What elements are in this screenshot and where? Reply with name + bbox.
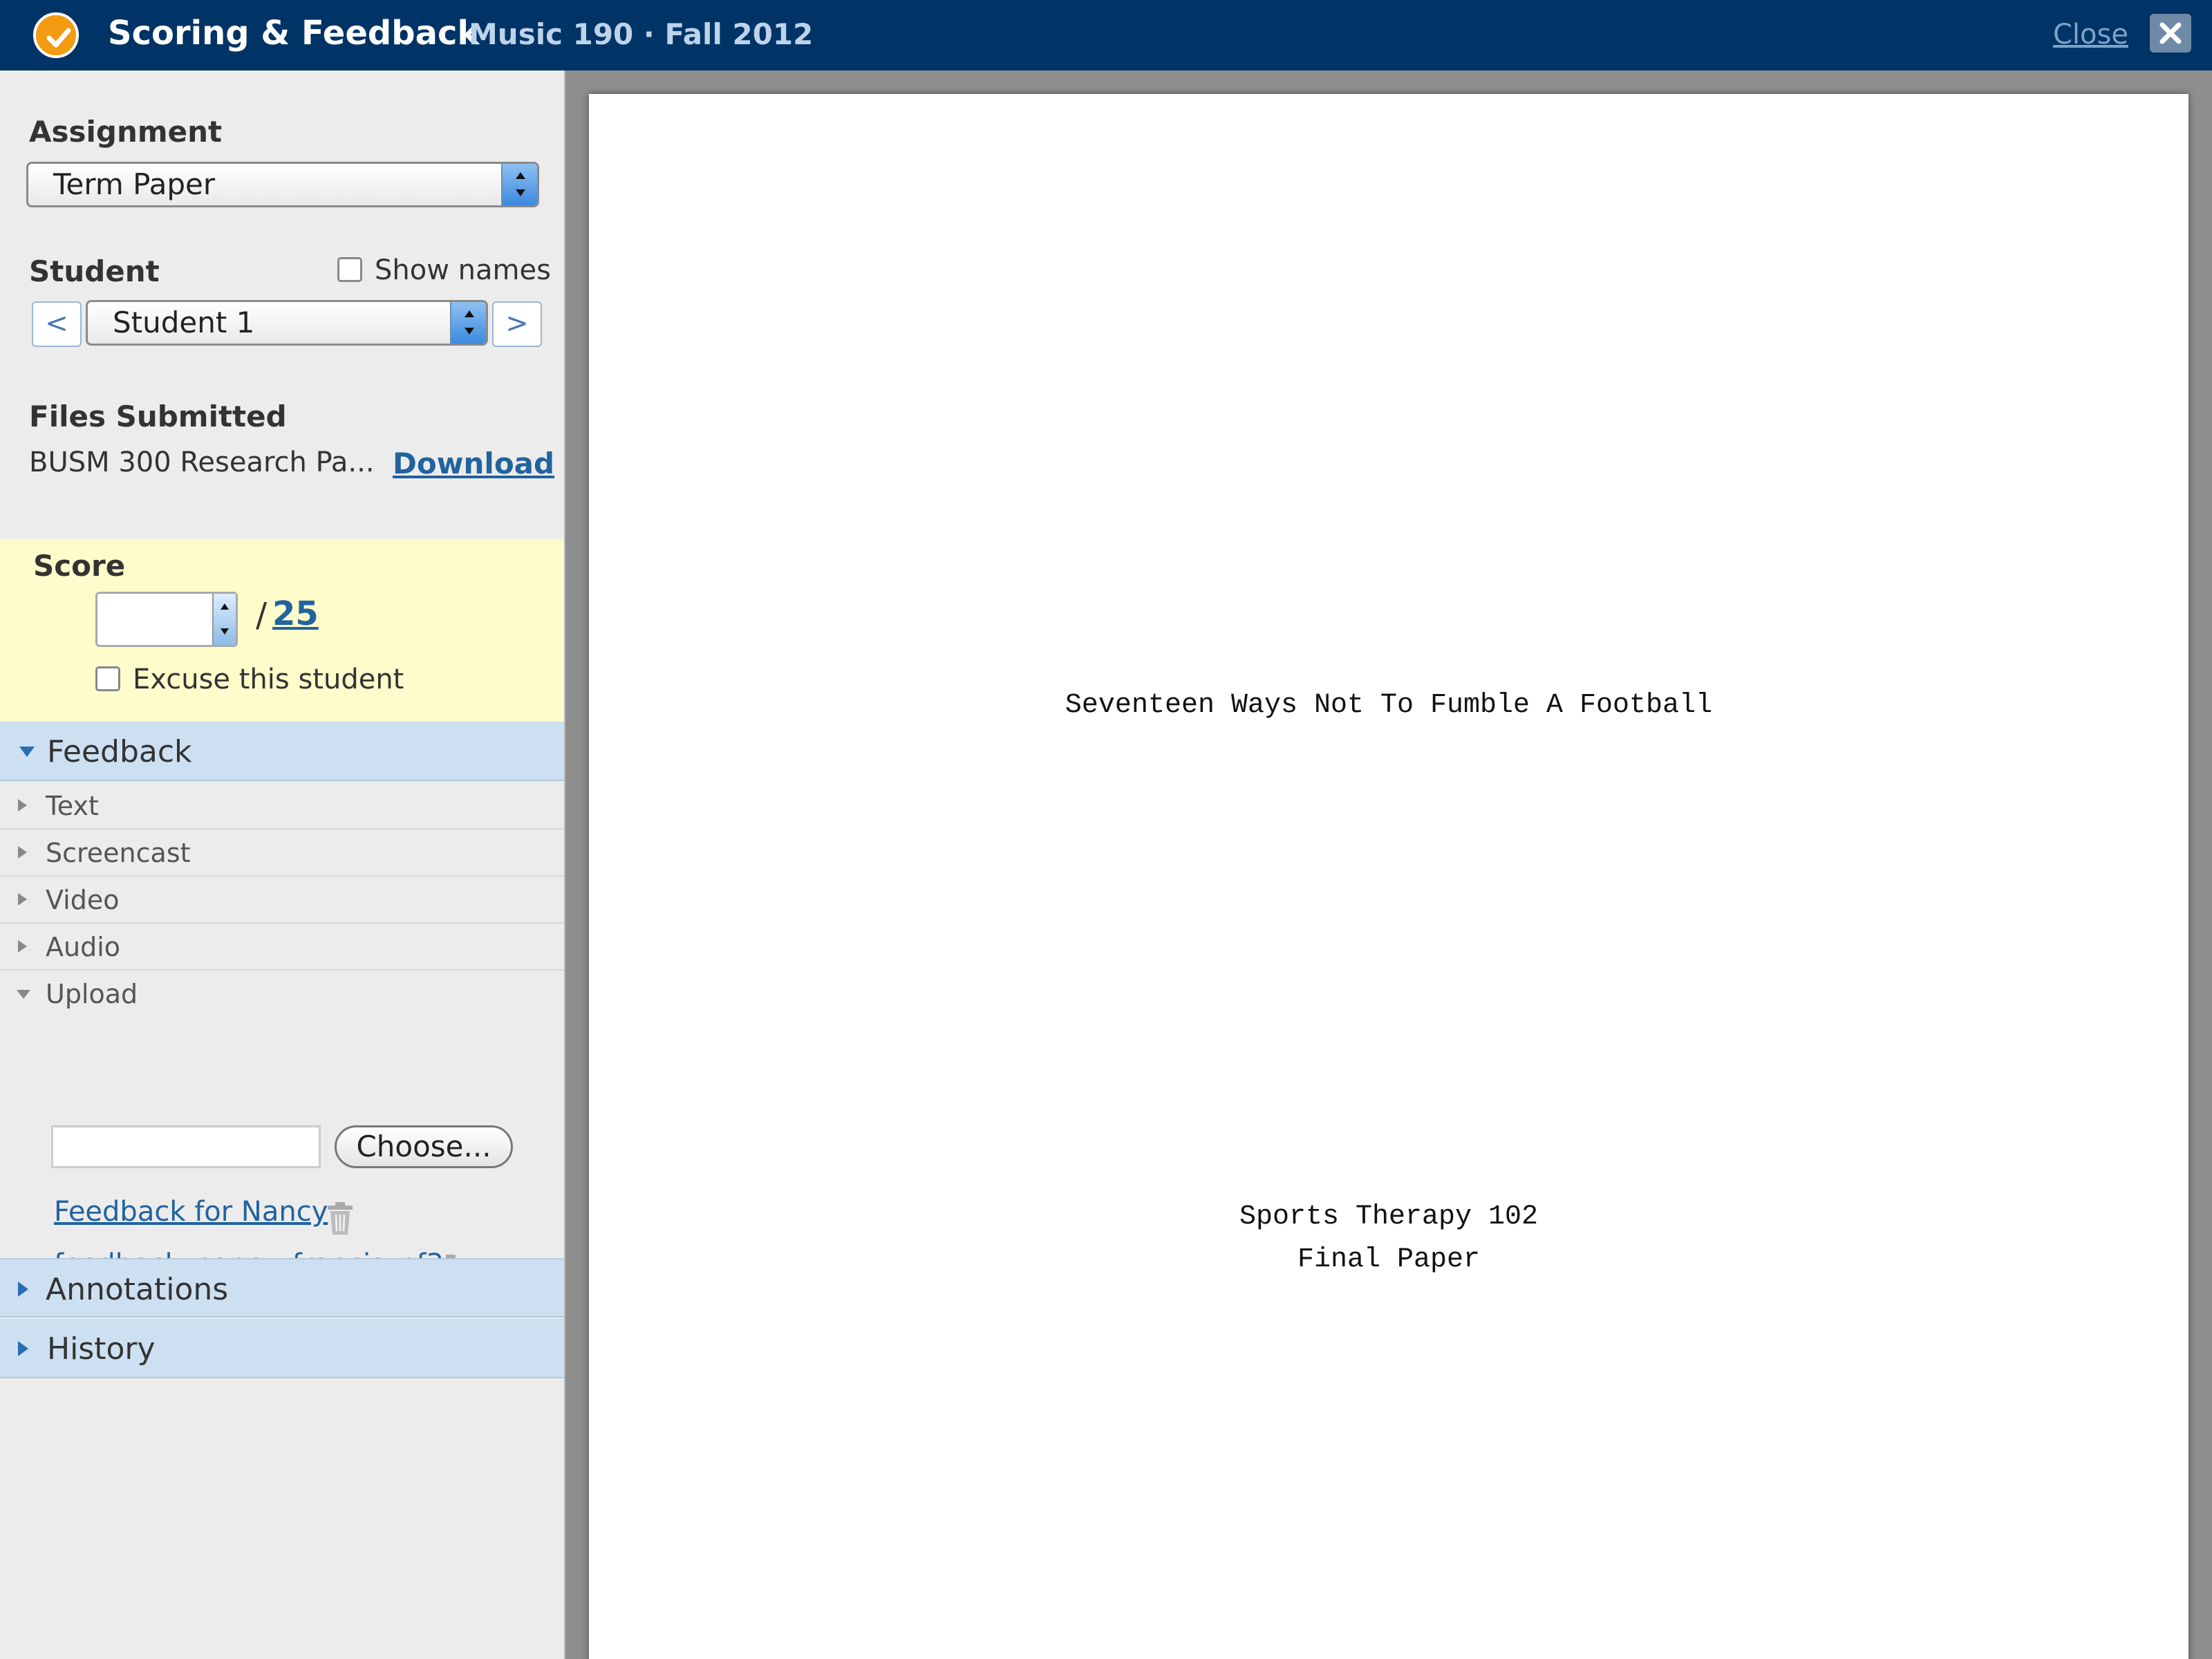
history-section-label: History — [47, 1331, 156, 1367]
stepper-arrows-icon[interactable] — [212, 594, 236, 645]
sidebar: Assignment Term Paper Student Show names… — [0, 71, 565, 1659]
feedback-item-audio[interactable]: Audio — [0, 924, 564, 971]
history-section-header[interactable]: History — [0, 1319, 564, 1378]
collapsed-arrow-icon — [18, 893, 27, 906]
uploaded-feedback-link[interactable]: Feedback for Nancy — [54, 1196, 328, 1228]
document-course-line: Sports Therapy 102 — [1239, 1201, 1539, 1232]
show-names-checkbox[interactable] — [337, 257, 362, 282]
files-submitted-label: Files Submitted — [29, 400, 287, 433]
feedback-section-label: Feedback — [47, 734, 192, 769]
expanded-arrow-icon — [17, 990, 30, 999]
choose-file-button[interactable]: Choose... — [335, 1125, 513, 1168]
feedback-item-label: Upload — [46, 979, 138, 1009]
close-icon[interactable] — [2150, 14, 2191, 53]
assignment-label: Assignment — [29, 115, 223, 149]
checkmark-badge-icon — [33, 12, 79, 58]
close-link[interactable]: Close — [2053, 19, 2128, 50]
collapsed-arrow-icon — [18, 940, 27, 953]
previous-student-button[interactable]: < — [32, 301, 82, 347]
collapsed-arrow-icon — [18, 846, 27, 859]
excuse-student-label: Excuse this student — [133, 664, 404, 695]
max-score-link[interactable]: 25 — [272, 594, 319, 633]
feedback-section-header[interactable]: Feedback — [0, 722, 564, 781]
score-separator: / — [256, 596, 268, 635]
feedback-item-label: Video — [46, 885, 120, 915]
show-names-label: Show names — [375, 254, 551, 286]
trash-icon[interactable] — [325, 1201, 355, 1236]
expanded-arrow-icon — [19, 747, 35, 757]
select-arrows-icon — [450, 302, 486, 344]
collapsed-arrow-icon — [18, 1282, 28, 1297]
score-panel: Score / 25 Excuse this student — [0, 539, 564, 722]
annotations-section-label: Annotations — [46, 1272, 229, 1307]
document-viewer[interactable]: Seventeen Ways Not To Fumble A Football … — [565, 71, 2212, 1659]
score-input[interactable] — [95, 592, 238, 647]
submitted-file-name: BUSM 300 Research Pa... — [29, 447, 375, 478]
app-title: Scoring & Feedback — [108, 14, 480, 53]
feedback-item-screencast[interactable]: Screencast — [0, 830, 564, 877]
collapsed-arrow-icon — [18, 1341, 28, 1356]
document-paper-line: Final Paper — [1297, 1244, 1481, 1275]
document-page: Seventeen Ways Not To Fumble A Football … — [589, 94, 2188, 1659]
document-title: Seventeen Ways Not To Fumble A Football — [1065, 690, 1713, 721]
assignment-select-value: Term Paper — [53, 167, 216, 201]
next-student-button[interactable]: > — [492, 301, 542, 347]
collapsed-arrow-icon — [18, 799, 27, 812]
feedback-item-upload[interactable]: Upload — [0, 971, 564, 1018]
annotations-section-header[interactable]: Annotations — [0, 1258, 564, 1318]
feedback-item-label: Audio — [46, 932, 121, 962]
assignment-select[interactable]: Term Paper — [26, 162, 539, 207]
feedback-item-text[interactable]: Text — [0, 782, 564, 830]
feedback-item-video[interactable]: Video — [0, 877, 564, 924]
score-label: Score — [33, 549, 126, 583]
feedback-item-label: Screencast — [46, 838, 191, 868]
app-header: Scoring & Feedback Music 190 · Fall 2012… — [0, 0, 2212, 71]
student-select[interactable]: Student 1 — [86, 300, 488, 346]
student-label: Student — [29, 254, 160, 288]
feedback-item-label: Text — [46, 791, 99, 821]
select-arrows-icon — [501, 164, 537, 205]
upload-file-field[interactable] — [51, 1125, 321, 1168]
course-title: Music 190 · Fall 2012 — [469, 17, 814, 51]
excuse-student-checkbox[interactable] — [95, 666, 120, 691]
student-select-value: Student 1 — [113, 306, 255, 339]
download-link[interactable]: Download — [393, 447, 554, 480]
